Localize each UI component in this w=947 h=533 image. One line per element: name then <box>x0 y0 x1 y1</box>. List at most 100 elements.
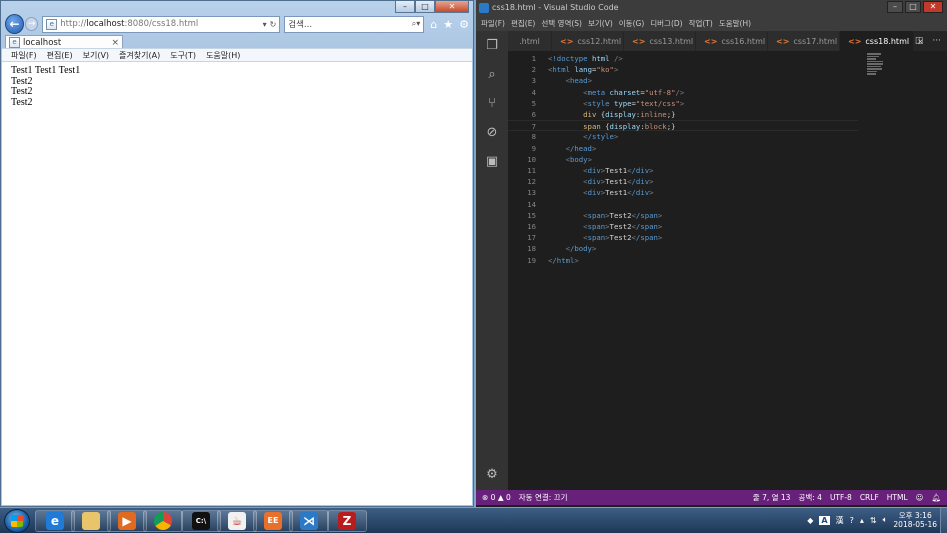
line-number: 5 <box>531 98 536 108</box>
menu-debug[interactable]: 디버그(D) <box>650 18 682 29</box>
code-text: </style> <box>583 132 619 142</box>
menu-edit[interactable]: 편집(E) <box>511 18 535 29</box>
tab-css13[interactable]: <> css13.html <box>624 31 696 51</box>
close-button[interactable]: ✕ <box>435 1 469 13</box>
line-number: 6 <box>531 110 536 119</box>
extensions-icon[interactable]: ▣ <box>484 154 500 170</box>
ie-tab-strip: e localhost × <box>5 35 123 49</box>
menu-help[interactable]: 도움말(H) <box>719 18 751 29</box>
menu-go[interactable]: 이동(G) <box>619 18 644 29</box>
taskbar-media-player[interactable]: ▶ <box>107 510 147 532</box>
taskbar-eclipse[interactable]: EE <box>253 510 293 532</box>
address-bar[interactable]: e http://localhost:8080/css18.html ▾ ↻ <box>42 15 281 33</box>
help-icon[interactable]: ? <box>850 516 854 525</box>
settings-gear-icon[interactable]: ⚙ <box>484 467 500 483</box>
menu-tasks[interactable]: 작업(T) <box>689 18 713 29</box>
network-icon[interactable]: ⇅ <box>870 516 877 525</box>
code-text: <div>Test1</div> <box>583 188 654 198</box>
editor-actions: ◫ ··· <box>915 31 947 51</box>
page-icon: e <box>46 18 58 30</box>
feedback-smiley-icon[interactable]: ☺ <box>916 493 924 502</box>
code-text: <body> <box>565 154 592 164</box>
search-icon[interactable]: ⌕▾ <box>412 19 421 29</box>
menu-view[interactable]: 보기(V) <box>83 50 109 61</box>
code-text: <style type="text/css"> <box>583 98 685 108</box>
vscode-icon: ⋊ <box>300 512 318 530</box>
menu-file[interactable]: 파일(F) <box>11 50 37 61</box>
favorites-star-icon[interactable]: ★ <box>443 18 453 31</box>
content-line: Test2 <box>11 86 33 97</box>
ime-hanja-indicator[interactable]: 漢 <box>836 515 844 526</box>
source-control-icon[interactable]: ⑂ <box>484 96 500 112</box>
tab-css12[interactable]: <> css12.html <box>552 31 624 51</box>
problems-indicator[interactable]: ⊗ 0 ▲ 0 <box>482 493 511 502</box>
minimap[interactable] <box>867 53 887 77</box>
language-icon[interactable]: ◆ <box>807 516 813 525</box>
html-file-icon: <> <box>632 36 646 46</box>
menu-favorites[interactable]: 즐겨찾기(A) <box>119 50 160 61</box>
menu-tools[interactable]: 도구(T) <box>170 50 196 61</box>
menu-edit[interactable]: 편집(E) <box>47 50 73 61</box>
address-text[interactable]: http://localhost:8080/css18.html <box>60 19 259 29</box>
more-actions-icon[interactable]: ··· <box>932 36 941 46</box>
taskbar-command-prompt[interactable]: C:\ <box>181 510 221 532</box>
home-icon[interactable]: ⌂ <box>430 18 437 31</box>
menu-view[interactable]: 보기(V) <box>588 18 613 29</box>
tab-css16[interactable]: <> css16.html <box>696 31 768 51</box>
media-player-icon: ▶ <box>118 512 136 530</box>
html-file-icon: <> <box>848 36 862 46</box>
maximize-button[interactable]: □ <box>415 1 435 13</box>
refresh-icon[interactable]: ↻ <box>270 20 277 29</box>
tab-label: css13.html <box>649 36 694 46</box>
settings-gear-icon[interactable]: ⚙ <box>459 18 469 31</box>
back-button[interactable]: ← <box>5 14 24 34</box>
code-line[interactable]: 7 span {display:block;} <box>508 120 858 132</box>
taskbar-file-explorer[interactable] <box>71 510 111 532</box>
clock[interactable]: 오후 3:16 2018-05-16 <box>893 511 937 529</box>
vscode-caption-buttons: – □ ✕ <box>887 1 943 13</box>
show-desktop-button[interactable] <box>940 508 947 533</box>
chrome-icon <box>154 512 172 530</box>
line-number: 16 <box>527 222 536 231</box>
code-text: <head> <box>565 76 592 86</box>
encoding[interactable]: UTF-8 <box>830 493 852 502</box>
menu-file[interactable]: 파일(F) <box>481 18 505 29</box>
cursor-position[interactable]: 줄 7, 열 13 <box>753 492 791 503</box>
tab-css18[interactable]: <> css18.html × <box>840 31 924 51</box>
taskbar-internet-explorer[interactable]: e <box>35 510 75 532</box>
tab-label: css16.html <box>721 36 766 46</box>
auto-connect-status[interactable]: 자동 연결: 끄기 <box>519 492 568 503</box>
line-ending[interactable]: CRLF <box>860 493 879 502</box>
overflow-icon[interactable]: ▴ <box>860 516 864 525</box>
indentation[interactable]: 공백: 4 <box>798 492 821 503</box>
explorer-files-icon[interactable]: ❐ <box>484 38 500 54</box>
tab-html[interactable]: .html <box>508 31 552 51</box>
tab-css17[interactable]: <> css17.html <box>768 31 840 51</box>
search-icon[interactable]: ⌕ <box>484 67 500 83</box>
taskbar-filezilla[interactable]: Z <box>327 510 367 532</box>
tab-localhost[interactable]: e localhost × <box>5 35 123 49</box>
notifications-bell-icon[interactable]: 🔔︎ <box>931 493 941 502</box>
language-mode[interactable]: HTML <box>887 493 908 502</box>
volume-icon[interactable]: 🔈︎ <box>883 515 888 525</box>
close-button[interactable]: ✕ <box>923 1 943 13</box>
minimize-button[interactable]: – <box>887 1 903 13</box>
code-editor[interactable]: 1 <!doctype html /> 2 <html lang="ko"> 3 <he… <box>508 51 947 490</box>
code-text: <meta charset="utf-8"/> <box>583 87 685 97</box>
split-editor-icon[interactable]: ◫ <box>915 36 924 46</box>
ime-indicator[interactable]: A <box>819 515 830 525</box>
menu-selection[interactable]: 선택 영역(S) <box>541 18 582 29</box>
start-button[interactable] <box>4 509 30 533</box>
menu-help[interactable]: 도움말(H) <box>206 50 240 61</box>
minimize-button[interactable]: – <box>395 1 415 13</box>
close-tab-icon[interactable]: × <box>111 38 119 48</box>
taskbar-java[interactable]: ☕ <box>217 510 257 532</box>
maximize-button[interactable]: □ <box>905 1 921 13</box>
debug-icon[interactable]: ⊘ <box>484 125 500 141</box>
forward-button[interactable]: → <box>24 17 39 31</box>
search-box[interactable]: 검색... ⌕▾ <box>284 15 425 33</box>
taskbar-visual-studio-code[interactable]: ⋊ <box>289 510 329 532</box>
dropdown-icon[interactable]: ▾ <box>263 20 267 29</box>
taskbar-chrome[interactable] <box>143 510 183 532</box>
line-number: 13 <box>527 188 536 198</box>
